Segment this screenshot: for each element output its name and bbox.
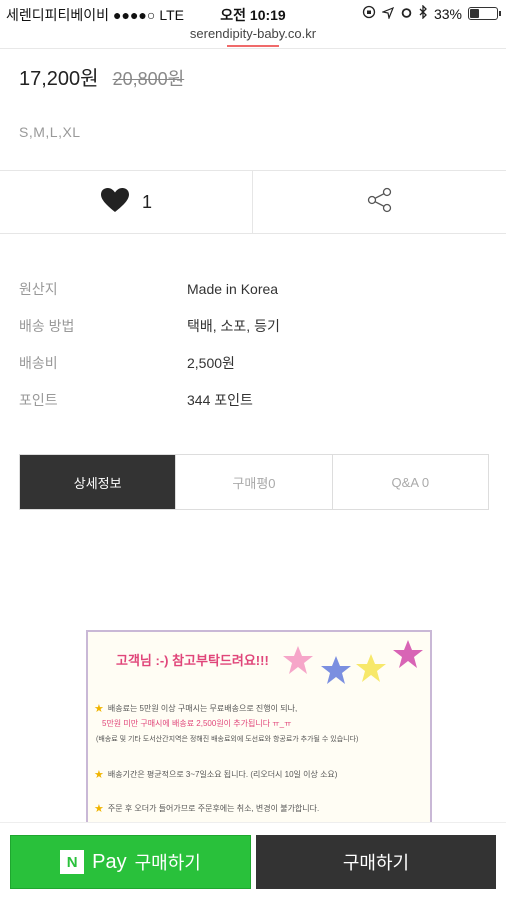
purchase-bar: N Pay 구매하기 구매하기 bbox=[0, 822, 506, 900]
info-value: 2,500원 bbox=[187, 354, 235, 371]
info-row: 포인트 344 포인트 bbox=[19, 381, 479, 418]
star-bullet-icon: ★ bbox=[94, 803, 104, 815]
like-button[interactable]: 1 bbox=[0, 171, 253, 233]
tab-reviews[interactable]: 구매평0 bbox=[175, 455, 331, 509]
status-right: 33% bbox=[362, 4, 501, 22]
notice-line: ★ 배송기간은 평균적으로 3~7일소요 됩니다. (리오더시 10일 이상 소요… bbox=[94, 768, 424, 781]
info-label: 원산지 bbox=[19, 280, 58, 297]
npay-brand: Pay bbox=[92, 850, 127, 873]
info-row: 배송비 2,500원 bbox=[19, 344, 479, 381]
notice-text: 배송기간은 평균적으로 3~7일소요 됩니다. (리오더시 10일 이상 소요) bbox=[107, 770, 338, 779]
location-icon bbox=[380, 6, 395, 22]
battery-icon bbox=[468, 7, 501, 20]
npay-label: 구매하기 bbox=[134, 853, 201, 873]
status-bar: 세렌디피티베이비 ●●●●○ LTE 오전 10:19 33% bbox=[0, 0, 506, 26]
like-count: 1 bbox=[141, 191, 152, 212]
product-info-table: 원산지 Made in Korea 배송 방법 택배, 소포, 등기 배송비 2,50… bbox=[19, 270, 479, 418]
tab-detail-info[interactable]: 상세정보 bbox=[20, 455, 176, 509]
share-button[interactable] bbox=[253, 171, 506, 233]
detail-tabs: 상세정보 구매평0 Q&A 0 bbox=[19, 454, 489, 510]
size-options: S,M,L,XL bbox=[19, 124, 81, 140]
loading-progress bbox=[227, 45, 279, 47]
lock-rotation-icon bbox=[362, 5, 376, 22]
notice-line: (배송료 및 기타 도서산간지역은 정해진 배송료외에 도선료와 항공료가 추가… bbox=[96, 734, 424, 744]
heart-icon bbox=[100, 187, 130, 218]
price-block: 17,200원 20,800원 bbox=[19, 62, 184, 91]
shipping-notice-image: 고객님 :-) 참고부탁드려요!!! ★ 배송료는 5만원 이상 구매시는 무료배… bbox=[86, 630, 432, 830]
alarm-icon bbox=[400, 6, 413, 22]
info-value: 택배, 소포, 등기 bbox=[187, 317, 280, 334]
product-actions: 1 bbox=[0, 170, 506, 234]
info-value: Made in Korea bbox=[187, 280, 279, 297]
info-row: 원산지 Made in Korea bbox=[19, 270, 479, 307]
divider bbox=[0, 48, 506, 49]
sale-price: 17,200원 bbox=[19, 68, 99, 90]
original-price: 20,800원 bbox=[112, 69, 185, 89]
naver-n-icon: N bbox=[60, 850, 85, 874]
battery-percent: 33% bbox=[433, 5, 462, 22]
notice-line: ★ 배송료는 5만원 이상 구매시는 무료배송으로 진행이 되나, bbox=[94, 702, 424, 715]
bluetooth-icon bbox=[419, 4, 428, 22]
notice-text: (배송료 및 기타 도서산간지역은 정해진 배송료외에 도선료와 항공료가 추가… bbox=[96, 736, 359, 743]
info-value: 344 포인트 bbox=[187, 391, 253, 408]
naver-pay-button[interactable]: N Pay 구매하기 bbox=[10, 835, 251, 889]
battery-fill bbox=[470, 9, 479, 18]
star-bullet-icon: ★ bbox=[94, 769, 104, 781]
star-bullet-icon: ★ bbox=[94, 703, 104, 715]
url-text: serendipity-baby.co.kr bbox=[189, 26, 317, 41]
notice-text: 5만원 미만 구매시에 배송료 2,500원이 추가됩니다 ㅠ_ㅠ bbox=[102, 719, 292, 728]
tab-qna[interactable]: Q&A 0 bbox=[331, 455, 488, 509]
info-row: 배송 방법 택배, 소포, 등기 bbox=[19, 307, 479, 344]
info-label: 배송비 bbox=[19, 354, 58, 371]
buy-button[interactable]: 구매하기 bbox=[256, 835, 496, 889]
info-label: 배송 방법 bbox=[19, 317, 75, 334]
share-icon bbox=[366, 186, 394, 219]
notice-headline: 고객님 :-) 참고부탁드려요!!! bbox=[116, 653, 269, 668]
notice-text: 배송료는 5만원 이상 구매시는 무료배송으로 진행이 되나, bbox=[107, 704, 298, 713]
notice-text: 주문 후 오더가 들어가므로 주문후에는 취소, 변경이 불가합니다. bbox=[107, 804, 320, 813]
info-label: 포인트 bbox=[19, 391, 58, 408]
stars-decoration bbox=[283, 640, 423, 684]
url-bar[interactable]: serendipity-baby.co.kr bbox=[0, 26, 506, 48]
notice-line: ★ 주문 후 오더가 들어가므로 주문후에는 취소, 변경이 불가합니다. bbox=[94, 802, 424, 815]
notice-line: 5만원 미만 구매시에 배송료 2,500원이 추가됩니다 ㅠ_ㅠ bbox=[102, 718, 424, 729]
